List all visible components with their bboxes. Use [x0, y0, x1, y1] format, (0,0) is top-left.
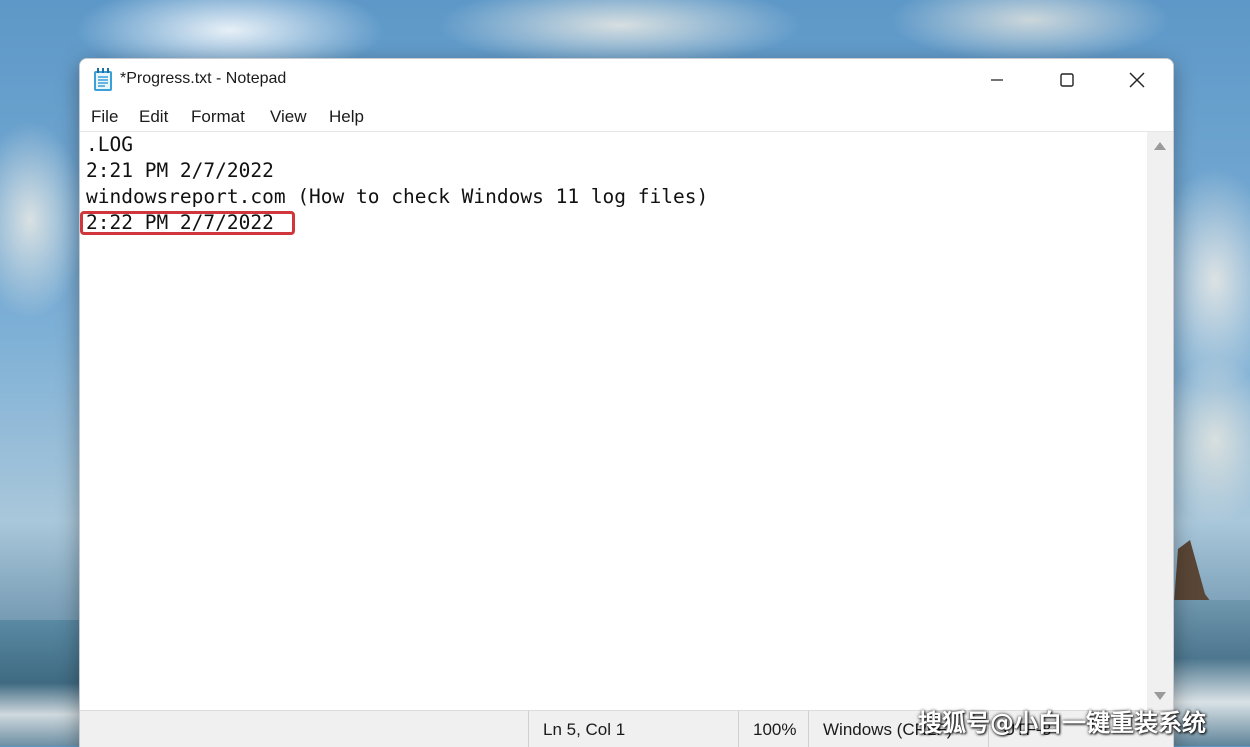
menu-file[interactable]: File	[91, 107, 118, 127]
vertical-scrollbar[interactable]	[1147, 132, 1173, 710]
menu-help[interactable]: Help	[329, 107, 364, 127]
watermark: 搜狐号@小白一键重装系统	[918, 709, 1206, 737]
menu-format[interactable]: Format	[191, 107, 245, 127]
close-button[interactable]	[1102, 59, 1172, 101]
desktop-wallpaper-sea-left	[0, 620, 80, 746]
minimize-button[interactable]	[962, 59, 1032, 101]
maximize-icon	[1060, 73, 1074, 87]
menu-view[interactable]: View	[270, 107, 307, 127]
status-cursor-position: Ln 5, Col 1	[528, 711, 738, 747]
menu-bar: File Edit Format View Help	[80, 103, 1173, 132]
notepad-icon	[94, 68, 112, 91]
menu-edit[interactable]: Edit	[139, 107, 168, 127]
title-bar[interactable]: *Progress.txt - Notepad	[80, 59, 1173, 103]
highlight-box	[80, 211, 295, 235]
editor-line-1: .LOG	[86, 133, 133, 156]
maximize-button[interactable]	[1032, 59, 1102, 101]
scroll-down-arrow-icon[interactable]	[1154, 692, 1166, 700]
scroll-up-arrow-icon[interactable]	[1154, 142, 1166, 150]
editor-line-2: 2:21 PM 2/7/2022	[86, 159, 274, 182]
editor-line-3: windowsreport.com (How to check Windows …	[86, 185, 709, 208]
status-zoom: 100%	[738, 711, 808, 747]
window-title: *Progress.txt - Notepad	[120, 70, 287, 87]
text-editor[interactable]: .LOG 2:21 PM 2/7/2022 windowsreport.com …	[80, 132, 1147, 710]
notepad-window: *Progress.txt - Notepad File Edit Format…	[79, 58, 1174, 747]
minimize-icon	[991, 79, 1003, 81]
close-icon	[1129, 72, 1145, 88]
